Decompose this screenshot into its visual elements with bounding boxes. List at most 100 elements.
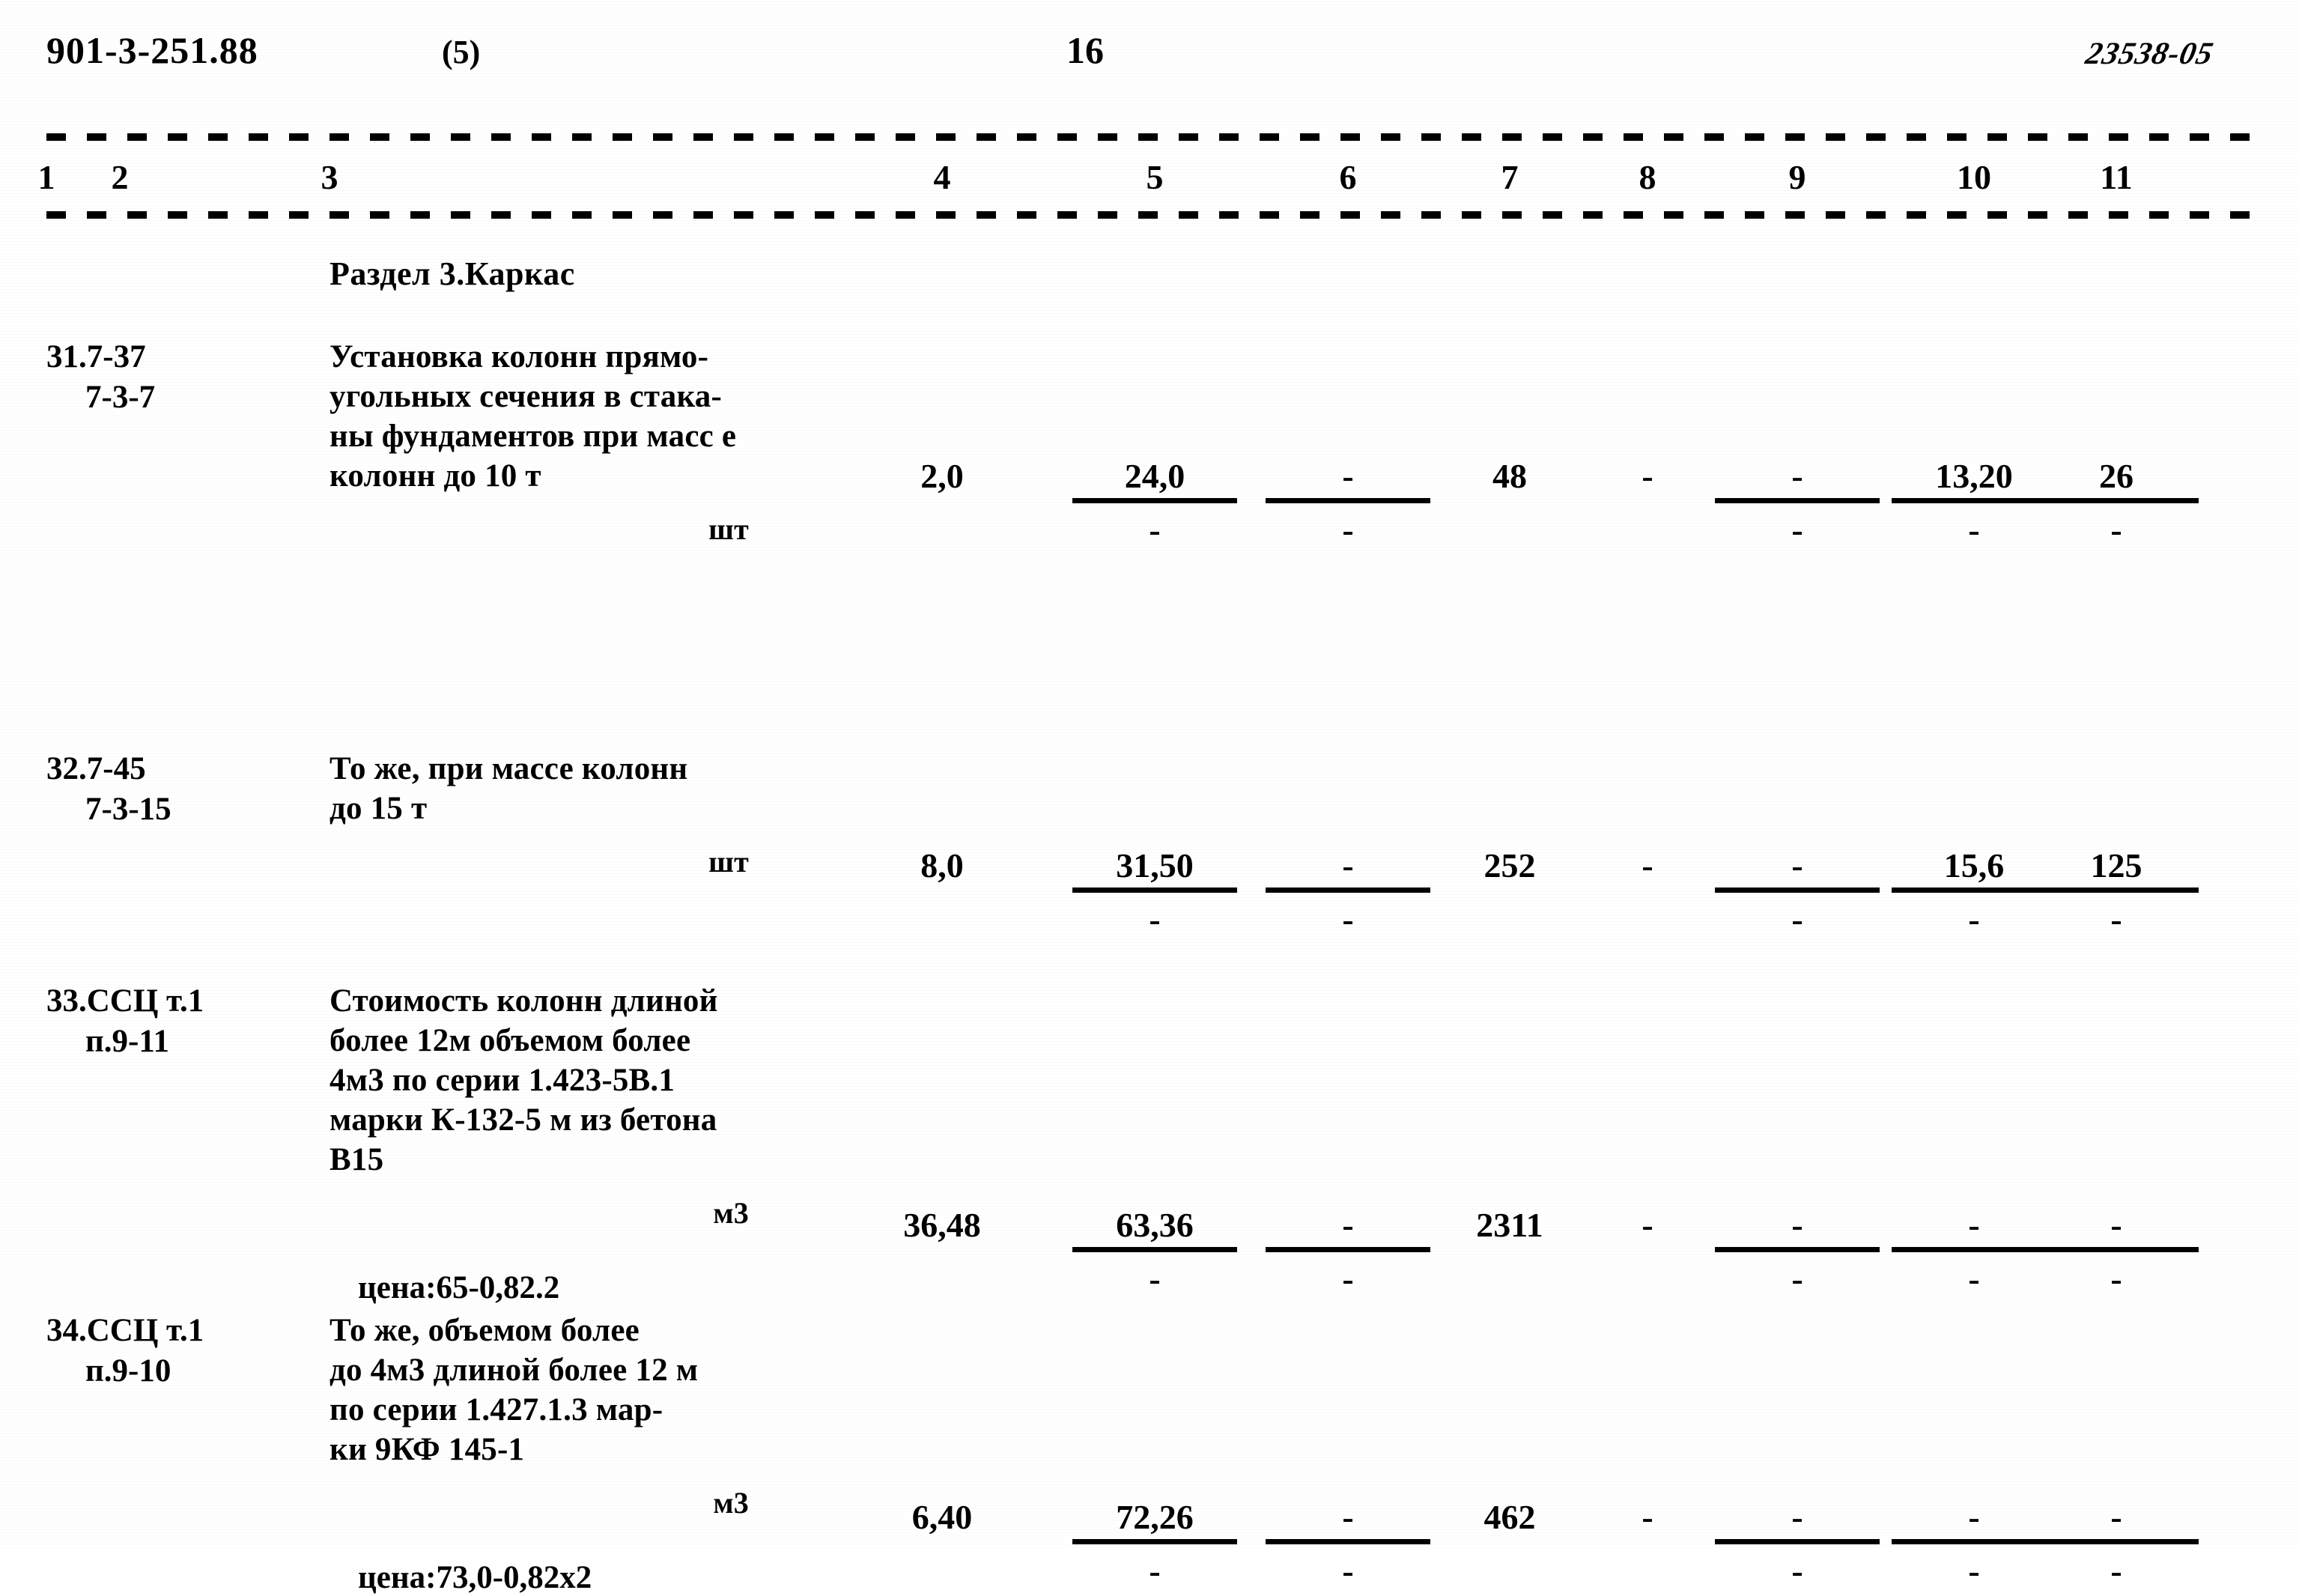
row-code-secondary: 7-3-7 — [85, 380, 156, 415]
cell-col6-denominator: - — [1342, 511, 1354, 549]
cell-col11-denominator: - — [2110, 511, 2122, 549]
cell-col5-denominator: - — [1149, 1552, 1161, 1590]
cell-col9-numerator: - — [1715, 457, 1880, 503]
column-number-2: 2 — [111, 158, 129, 196]
description-line: В15 — [329, 1142, 384, 1177]
cell-col5-denominator: - — [1149, 1260, 1161, 1298]
description-line: марки К-132-5 м из бетона — [329, 1102, 717, 1138]
row-price-note: цена:73,0-0,82х2 — [358, 1560, 592, 1595]
cell-col5-numerator: 63,36 — [1072, 1206, 1237, 1252]
cell-col9-numerator: - — [1715, 846, 1880, 893]
row-description-cell: Установка колонн прямо-угольных сечения … — [329, 337, 884, 546]
row-unit: м3 — [713, 1486, 749, 1520]
column-number-11: 11 — [2100, 158, 2133, 196]
cell-col10-numerator: 15,6 — [1892, 846, 2056, 893]
scanned-page: 901-3-251.88 (5) 16 23538-05 1 2 3 4 5 6 7 8 9 10… — [0, 0, 2299, 1595]
row-description-cell: Стоимость колонн длиной более 12м объемом… — [329, 981, 884, 1230]
cell-col9-denominator: - — [1791, 1260, 1803, 1298]
cell-col5: 72,26 - — [1072, 1498, 1237, 1591]
page-number: 16 — [1066, 29, 1104, 71]
description-line: по серии 1.427.1.3 мар- — [329, 1392, 663, 1427]
cell-col9: -- — [1715, 1206, 1880, 1299]
column-number-5: 5 — [1146, 158, 1164, 196]
row-code-secondary: п.9-10 — [85, 1353, 171, 1389]
cell-col6-numerator: - — [1266, 1498, 1430, 1544]
cell-col9-denominator: - — [1791, 1552, 1803, 1590]
table-rule-top — [46, 133, 2257, 141]
cell-col6-denominator: - — [1342, 1552, 1354, 1590]
document-part: (5) — [442, 34, 481, 70]
cell-col5-numerator: 31,50 — [1072, 846, 1237, 893]
page-header: 901-3-251.88 (5) 16 23538-05 — [0, 28, 2299, 81]
cell-col9: -- — [1715, 846, 1880, 939]
cell-col6: -- — [1266, 1206, 1430, 1299]
cell-col10: -- — [1892, 1498, 2056, 1591]
description-line: Стоимость колонн длиной — [329, 983, 718, 1019]
row-code-primary: 31.7-37 — [46, 339, 146, 374]
cell-col5-numerator: 24,0 — [1072, 457, 1237, 503]
description-line: ны фундаментов при масс е — [329, 419, 737, 454]
cell-col6: -- — [1266, 846, 1430, 939]
cell-col11: 26 - — [2034, 457, 2199, 550]
section-title: Раздел 3.Каркас — [329, 255, 575, 292]
cell-col5: 24,0 - — [1072, 457, 1237, 550]
cell-col4: 2,0 — [920, 457, 964, 495]
row-code-secondary: п.9-11 — [85, 1024, 169, 1059]
row-unit: шт — [708, 512, 749, 546]
cell-col8: - — [1642, 457, 1653, 495]
cell-col8: - — [1642, 1206, 1653, 1244]
cell-col4: 6,40 — [911, 1498, 973, 1536]
row-code-cell: 33.ССЦ т.1 п.9-11 — [46, 981, 316, 1062]
cell-col5-denominator: - — [1149, 511, 1161, 549]
cell-col10-denominator: - — [1968, 1552, 1980, 1590]
row-code-cell: 31.7-37 7-3-7 — [46, 337, 316, 418]
description-line: угольных сечения в стака- — [329, 379, 723, 414]
cell-col11-numerator: - — [2034, 1498, 2199, 1544]
row-price-note: цена:65-0,82.2 — [358, 1270, 560, 1305]
cell-col11: 125 - — [2034, 846, 2199, 939]
cell-col6-numerator: - — [1266, 846, 1430, 893]
cell-col10: -- — [1892, 1206, 2056, 1299]
description-line: колонн до 10 т — [329, 458, 541, 494]
cell-col11-numerator: 125 — [2034, 846, 2199, 893]
column-number-1: 1 — [37, 158, 55, 196]
row-code-primary: 33.ССЦ т.1 — [46, 983, 204, 1019]
cell-col11-denominator: - — [2110, 900, 2122, 938]
column-number-7: 7 — [1501, 158, 1519, 196]
table-rule-bottom — [46, 211, 2257, 219]
cell-col8: - — [1642, 1498, 1653, 1536]
cell-col4: 36,48 — [903, 1206, 981, 1244]
row-code-secondary: 7-3-15 — [85, 792, 171, 827]
cell-col10: 13,20 - — [1892, 457, 2056, 550]
description-line: 4м3 по серии 1.423-5В.1 — [329, 1063, 675, 1098]
archive-mark: 23538-05 — [2083, 37, 2217, 71]
description-line: Установка колонн прямо- — [329, 339, 709, 374]
row-unit: м3 — [713, 1196, 749, 1230]
row-code-cell: 34.ССЦ т.1 п.9-10 — [46, 1311, 316, 1392]
cell-col6-denominator: - — [1342, 900, 1354, 938]
description-line: То же, при массе колонн — [329, 751, 688, 786]
cell-col9: -- — [1715, 1498, 1880, 1591]
description-line: до 15 т — [329, 791, 428, 826]
column-number-10: 10 — [1957, 158, 1991, 196]
cell-col6: -- — [1266, 1498, 1430, 1591]
cell-col5: 31,50 - — [1072, 846, 1237, 939]
cell-col11-numerator: - — [2034, 1206, 2199, 1252]
description-line: более 12м объемом более — [329, 1023, 691, 1058]
column-number-9: 9 — [1788, 158, 1806, 196]
description-line: ки 9КФ 145-1 — [329, 1432, 525, 1467]
cell-col5-numerator: 72,26 — [1072, 1498, 1237, 1544]
cell-col10-denominator: - — [1968, 900, 1980, 938]
cell-col10-numerator: - — [1892, 1498, 2056, 1544]
document-code: 901-3-251.88 — [46, 29, 258, 71]
row-unit: шт — [708, 845, 749, 879]
cell-col9-numerator: - — [1715, 1206, 1880, 1252]
cell-col8: - — [1642, 846, 1653, 885]
column-number-3: 3 — [321, 158, 338, 196]
row-code-primary: 34.ССЦ т.1 — [46, 1313, 204, 1348]
row-code-primary: 32.7-45 — [46, 751, 146, 786]
column-number-4: 4 — [933, 158, 951, 196]
cell-col6-numerator: - — [1266, 457, 1430, 503]
cell-col6-denominator: - — [1342, 1260, 1354, 1298]
description-line: То же, объемом более — [329, 1313, 640, 1348]
